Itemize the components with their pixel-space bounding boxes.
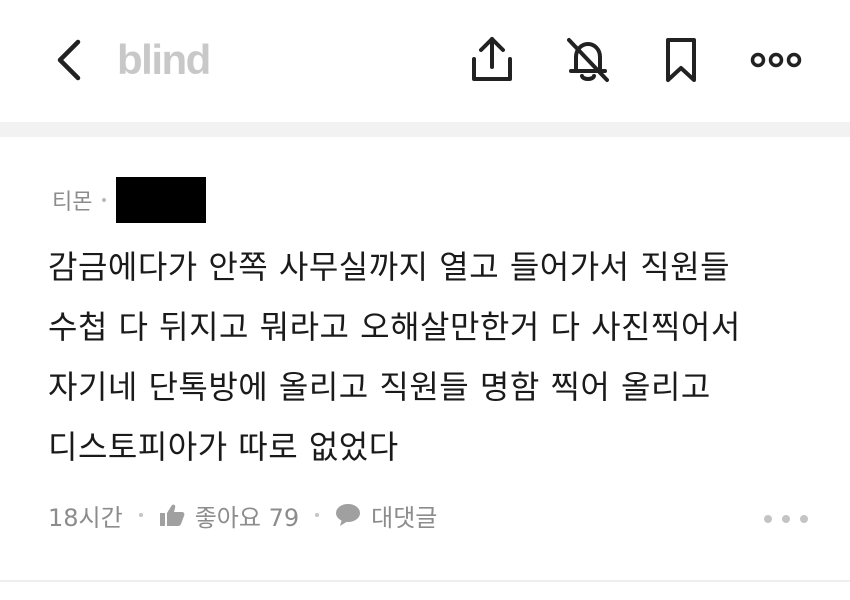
- more-dot-icon: [782, 515, 790, 523]
- more-horizontal-icon: [750, 52, 802, 68]
- more-dot-icon: [764, 515, 772, 523]
- comment-body: 감금에다가 안쪽 사무실까지 열고 들어가서 직원들 수첩 다 뒤지고 뭐라고 …: [48, 237, 828, 477]
- blind-logo: blind: [117, 36, 211, 83]
- comment-line: 자기네 단톡방에 올리고 직원들 명함 찍어 올리고: [48, 368, 711, 406]
- comment-line: 디스토피아가 따로 없었다: [48, 428, 399, 466]
- action-separator: [138, 513, 143, 517]
- share-icon: [472, 37, 512, 81]
- company-name: 티몬: [52, 190, 93, 215]
- back-icon: [57, 39, 81, 81]
- bell-off-icon: [567, 38, 609, 82]
- action-separator: [315, 513, 320, 517]
- reply-label: 대댓글: [371, 503, 438, 532]
- redacted-nickname: [116, 177, 207, 223]
- comment-actions: 18시간 좋아요 79 대댓글: [48, 497, 437, 533]
- comment-time: 18시간: [48, 503, 123, 532]
- section-divider: [0, 122, 850, 137]
- comment-meta: 티몬: [52, 177, 207, 223]
- comment-line: 감금에다가 안쪽 사무실까지 열고 들어가서 직원들: [48, 248, 731, 286]
- reply-button[interactable]: 대댓글: [335, 498, 437, 533]
- like-button[interactable]: 좋아요 79: [159, 498, 299, 533]
- comment-divider: [0, 580, 850, 582]
- more-dot-icon: [800, 515, 808, 523]
- bookmark-button[interactable]: [656, 32, 706, 88]
- blind-post-page: blind 티몬 감금에다가 안쪽 사무실까지 열고 들어가서 직원들 수첩 다…: [0, 0, 850, 600]
- meta-separator: [102, 198, 107, 202]
- more-options-button[interactable]: [746, 32, 806, 88]
- share-button[interactable]: [466, 32, 518, 88]
- like-label: 좋아요 79: [194, 503, 300, 532]
- comment-line: 수첩 다 뒤지고 뭐라고 오해살만한거 다 사진찍어서: [48, 308, 741, 346]
- notification-off-button[interactable]: [560, 32, 616, 88]
- bookmark-icon: [666, 38, 696, 82]
- back-button[interactable]: [44, 34, 94, 86]
- speech-bubble-icon: [336, 504, 361, 526]
- thumbs-up-icon: [159, 504, 185, 526]
- comment-item: 티몬 감금에다가 안쪽 사무실까지 열고 들어가서 직원들 수첩 다 뒤지고 뭐…: [0, 137, 850, 584]
- top-bar: blind: [0, 0, 850, 122]
- comment-more-button[interactable]: [764, 507, 808, 531]
